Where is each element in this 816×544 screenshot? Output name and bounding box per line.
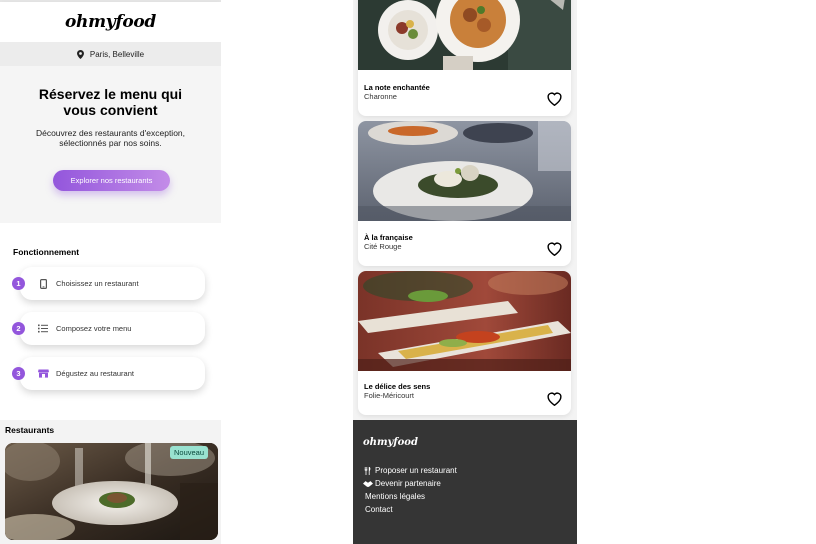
step-number-1: 1 xyxy=(12,277,25,290)
footer-link-label: Mentions légales xyxy=(365,492,426,501)
step-card-3[interactable]: Dégustez au restaurant xyxy=(20,357,205,390)
restaurant-area-1: Charonne xyxy=(364,92,397,101)
footer: ohmyfood Proposer un restaurant Devenir … xyxy=(353,420,577,544)
restaurant-card-1[interactable]: La note enchantée Charonne xyxy=(358,0,571,116)
logo[interactable]: ohmyfood xyxy=(65,12,156,32)
restaurant-name-1: La note enchantée xyxy=(364,83,430,92)
restaurant-photo-1 xyxy=(358,0,571,70)
smartphone-icon xyxy=(36,278,50,289)
footer-link-label: Contact xyxy=(365,505,393,514)
step-card-2[interactable]: Composez votre menu xyxy=(20,312,205,345)
explore-restaurants-button[interactable]: Explorer nos restaurants xyxy=(53,170,170,191)
hero-section: Réservez le menu qui vous convient Décou… xyxy=(0,66,221,223)
footer-link-label: Proposer un restaurant xyxy=(375,466,457,475)
location-bar: Paris, Belleville xyxy=(0,42,221,66)
store-icon xyxy=(36,369,50,378)
restaurant-name-2: À la française xyxy=(364,233,413,242)
footer-link-legal[interactable]: Mentions légales xyxy=(365,492,425,501)
step-label-3: Dégustez au restaurant xyxy=(56,369,134,378)
location-text: Paris, Belleville xyxy=(89,49,145,59)
restaurants-list-screen: La note enchantée Charonne À la français… xyxy=(353,0,577,544)
restaurant-photo-2 xyxy=(358,121,571,221)
utensils-icon xyxy=(362,466,373,475)
restaurant-card-3[interactable]: Le délice des sens Folie-Méricourt xyxy=(358,271,571,415)
how-it-works-title: Fonctionnement xyxy=(13,247,80,257)
restaurants-title: Restaurants xyxy=(5,425,55,435)
map-pin-icon xyxy=(76,49,84,59)
footer-link-partner[interactable]: Devenir partenaire xyxy=(362,479,441,488)
footer-link-propose[interactable]: Proposer un restaurant xyxy=(362,466,457,475)
hero-subtitle: Découvrez des restaurants d'exception, s… xyxy=(35,128,186,148)
heart-icon[interactable] xyxy=(546,241,563,256)
handshake-icon xyxy=(362,480,373,488)
hero-title: Réservez le menu qui vous convient xyxy=(38,86,183,118)
step-number-2: 2 xyxy=(12,322,25,335)
footer-link-contact[interactable]: Contact xyxy=(365,505,393,514)
heart-icon[interactable] xyxy=(546,391,563,406)
footer-link-label: Devenir partenaire xyxy=(375,479,441,488)
restaurant-card-2[interactable]: À la française Cité Rouge xyxy=(358,121,571,266)
step-label-1: Choisissez un restaurant xyxy=(56,279,139,288)
restaurant-area-3: Folie-Méricourt xyxy=(364,391,415,400)
step-number-3: 3 xyxy=(12,367,25,380)
heart-icon[interactable] xyxy=(546,91,563,106)
app-header: ohmyfood xyxy=(0,2,221,42)
restaurant-photo-3 xyxy=(358,271,571,371)
step-label-2: Composez votre menu xyxy=(56,324,132,333)
mobile-home-screen: ohmyfood Paris, Belleville Réservez le m… xyxy=(0,0,221,544)
restaurant-name-3: Le délice des sens xyxy=(364,382,431,391)
list-icon xyxy=(36,324,50,333)
step-card-1[interactable]: Choisissez un restaurant xyxy=(20,267,205,300)
new-badge: Nouveau xyxy=(170,446,209,459)
footer-logo[interactable]: ohmyfood xyxy=(363,437,418,448)
restaurant-area-2: Cité Rouge xyxy=(364,242,402,251)
